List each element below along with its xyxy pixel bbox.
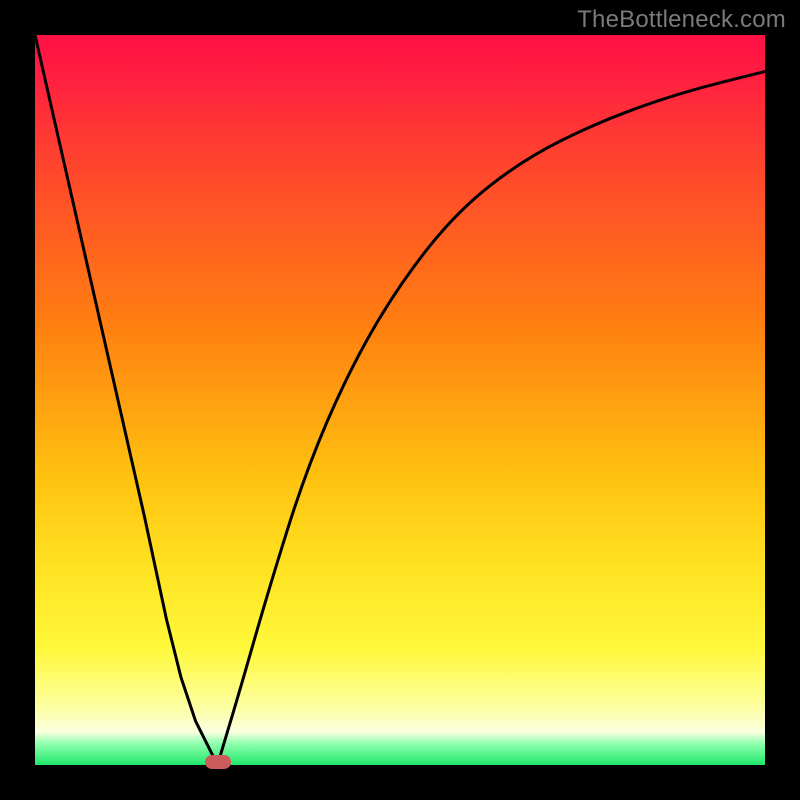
- bottleneck-curve-path: [35, 35, 765, 765]
- optimal-point-marker: [205, 755, 231, 769]
- plot-area: [35, 35, 765, 765]
- curve-svg: [35, 35, 765, 765]
- watermark-text: TheBottleneck.com: [577, 6, 786, 34]
- chart-frame: TheBottleneck.com: [0, 0, 800, 800]
